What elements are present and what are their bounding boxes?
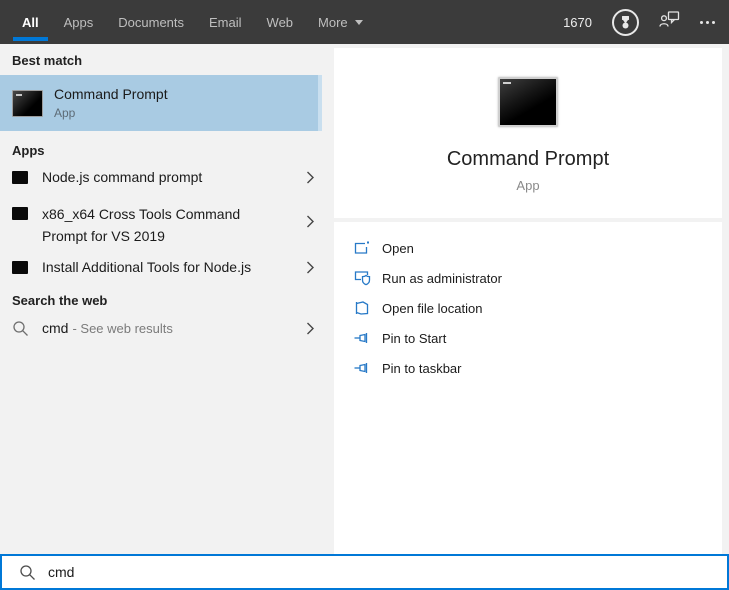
list-item-nodejs-prompt[interactable]: Node.js command prompt — [0, 160, 322, 194]
action-pin-to-start[interactable]: Pin to Start — [334, 323, 722, 353]
list-item-web-search[interactable]: cmd - See web results — [0, 310, 322, 346]
command-prompt-icon — [498, 77, 558, 127]
actions-card: Open Run as administrator Open file loca… — [334, 222, 722, 554]
best-match-subtitle: App — [54, 106, 76, 120]
search-filter-bar: All Apps Documents Email Web More 1670 — [0, 0, 729, 44]
tab-email[interactable]: Email — [209, 0, 242, 44]
results-panel: Best match Command Prompt App Apps Node.… — [0, 44, 322, 554]
best-match-result[interactable]: Command Prompt App — [0, 75, 322, 131]
command-prompt-icon — [12, 89, 43, 117]
terminal-icon — [12, 260, 28, 274]
chevron-right-icon[interactable] — [306, 261, 314, 274]
web-search-query: cmd — [42, 320, 69, 336]
list-item-label: Node.js command prompt — [42, 169, 203, 185]
action-open[interactable]: Open — [334, 233, 722, 263]
list-item-cross-tools-prompt[interactable]: x86_x64 Cross Tools Command Prompt for V… — [0, 196, 322, 248]
action-label: Open file location — [382, 300, 483, 316]
tab-web[interactable]: Web — [267, 0, 294, 44]
terminal-icon — [12, 207, 28, 220]
rewards-points: 1670 — [563, 14, 592, 30]
shield-window-icon — [354, 270, 371, 286]
action-run-as-administrator[interactable]: Run as administrator — [334, 263, 722, 293]
open-window-icon — [354, 240, 371, 256]
action-label: Pin to Start — [382, 330, 447, 346]
list-item-label: x86_x64 Cross Tools Command Prompt for V… — [42, 206, 241, 244]
action-label: Run as administrator — [382, 270, 502, 286]
action-label: Open — [382, 240, 414, 256]
terminal-icon — [12, 170, 28, 184]
preview-title: Command Prompt — [446, 148, 610, 170]
chevron-right-icon[interactable] — [306, 322, 314, 335]
chevron-down-icon — [354, 19, 363, 25]
list-item-label: Install Additional Tools for Node.js — [42, 259, 252, 275]
action-pin-to-taskbar[interactable]: Pin to taskbar — [334, 353, 722, 383]
action-open-file-location[interactable]: Open file location — [334, 293, 722, 323]
best-match-header: Best match — [12, 53, 83, 68]
tab-more-label: More — [318, 14, 348, 30]
tab-all[interactable]: All — [13, 0, 48, 44]
apps-header: Apps — [12, 143, 45, 158]
best-match-title: Command Prompt — [54, 86, 168, 102]
chevron-right-icon[interactable] — [306, 215, 314, 228]
pin-icon — [354, 330, 371, 346]
pin-icon — [354, 360, 371, 376]
taskbar-search-box[interactable] — [0, 554, 729, 590]
ellipsis-icon[interactable] — [700, 20, 703, 24]
search-input[interactable] — [48, 564, 727, 580]
rewards-medal-icon[interactable] — [612, 8, 639, 36]
magnifier-icon — [12, 320, 29, 337]
topbar-right-controls: 1670 — [563, 8, 715, 36]
tab-more[interactable]: More — [318, 0, 363, 44]
feedback-icon[interactable] — [659, 10, 680, 34]
tab-documents[interactable]: Documents — [118, 0, 184, 44]
windows-search-panel: All Apps Documents Email Web More 1670 B… — [0, 0, 729, 590]
magnifier-icon — [19, 564, 36, 581]
action-label: Pin to taskbar — [382, 360, 462, 376]
preview-card: Command Prompt App — [334, 48, 722, 218]
folder-icon — [354, 300, 371, 316]
chevron-right-icon[interactable] — [306, 171, 314, 184]
preview-subtitle: App — [516, 178, 540, 193]
list-item-install-tools-nodejs[interactable]: Install Additional Tools for Node.js — [0, 250, 322, 284]
web-search-suffix: - See web results — [72, 320, 173, 336]
search-web-header: Search the web — [12, 293, 108, 308]
tab-apps[interactable]: Apps — [64, 0, 94, 44]
